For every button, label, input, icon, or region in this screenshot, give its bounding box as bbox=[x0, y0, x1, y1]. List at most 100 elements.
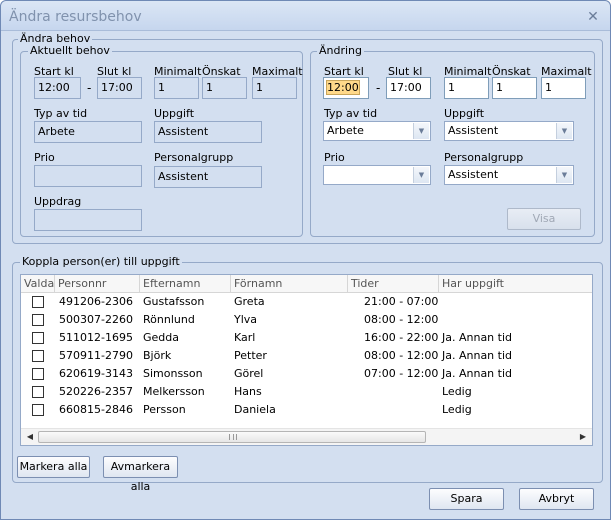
cell-time: 21:00 - 07:00 bbox=[364, 295, 439, 308]
scroll-left-icon[interactable]: ◀ bbox=[24, 431, 36, 443]
scrollbar-thumb[interactable] bbox=[38, 431, 426, 443]
change-start-value: 12:00 bbox=[326, 80, 360, 95]
change-legend: Ändring bbox=[317, 44, 365, 57]
cell-personnr: 500307-2260 bbox=[59, 313, 133, 326]
col-header-has-task[interactable]: Har uppgift bbox=[439, 275, 592, 293]
change-task-label: Uppgift bbox=[444, 107, 485, 120]
cell-last: Simonsson bbox=[143, 367, 203, 380]
table-row[interactable]: 520226-2357 Melkersson Hans Ledig bbox=[21, 383, 592, 401]
horizontal-scrollbar[interactable]: ◀ ▶ bbox=[21, 428, 592, 445]
dialog-window: Ändra resursbehov ✕ Ändra behov Aktuellt… bbox=[0, 0, 611, 520]
time-separator: - bbox=[87, 81, 92, 95]
mark-all-button[interactable]: Markera alla bbox=[17, 456, 90, 478]
table-row[interactable]: 660815-2846 Persson Daniela Ledig bbox=[21, 401, 592, 419]
change-min-input[interactable]: 1 bbox=[444, 77, 489, 99]
table-row[interactable]: 500307-2260 Rönnlund Ylva 08:00 - 12:00 bbox=[21, 311, 592, 329]
save-button[interactable]: Spara bbox=[429, 488, 504, 510]
cell-task: Ja. Annan tid bbox=[442, 331, 513, 344]
cell-personnr: 491206-2306 bbox=[59, 295, 133, 308]
chevron-down-icon[interactable]: ▼ bbox=[556, 167, 572, 183]
table-row[interactable]: 570911-2790 Björk Petter 08:00 - 12:00 Ja. A… bbox=[21, 347, 592, 365]
cell-task: Ja. Annan tid bbox=[442, 367, 513, 380]
change-type-select[interactable]: Arbete ▼ bbox=[323, 121, 431, 141]
change-wish-input[interactable]: 1 bbox=[492, 77, 537, 99]
change-end-input[interactable]: 17:00 bbox=[386, 77, 431, 99]
current-type-label: Typ av tid bbox=[34, 107, 88, 120]
change-type-label: Typ av tid bbox=[324, 107, 378, 120]
row-checkbox[interactable] bbox=[32, 314, 44, 326]
change-time-separator: - bbox=[376, 81, 381, 95]
current-type-field: Arbete bbox=[34, 121, 142, 143]
title-bar: Ändra resursbehov ✕ bbox=[1, 1, 610, 31]
cell-personnr: 660815-2846 bbox=[59, 403, 133, 416]
cell-time: 08:00 - 12:00 bbox=[364, 349, 439, 362]
col-header-times[interactable]: Tider bbox=[348, 275, 439, 293]
cell-first: Hans bbox=[234, 385, 262, 398]
change-max-input[interactable]: 1 bbox=[541, 77, 586, 99]
current-prio-label: Prio bbox=[34, 151, 55, 164]
cell-last: Melkersson bbox=[143, 385, 205, 398]
cell-first: Karl bbox=[234, 331, 256, 344]
current-max-field: 1 bbox=[252, 77, 297, 99]
current-need-legend: Aktuellt behov bbox=[28, 44, 112, 57]
row-checkbox[interactable] bbox=[32, 386, 44, 398]
current-min-field: 1 bbox=[154, 77, 199, 99]
change-start-input[interactable]: 12:00 bbox=[323, 77, 369, 99]
cell-last: Rönnlund bbox=[143, 313, 195, 326]
current-end-field: 17:00 bbox=[97, 77, 142, 99]
change-prio-select[interactable]: ▼ bbox=[323, 165, 431, 185]
row-checkbox[interactable] bbox=[32, 350, 44, 362]
table-row[interactable]: 620619-3143 Simonsson Görel 07:00 - 12:00 Ja… bbox=[21, 365, 592, 383]
chevron-down-icon[interactable]: ▼ bbox=[413, 123, 429, 139]
current-task-label: Uppgift bbox=[154, 107, 195, 120]
cell-personnr: 511012-1695 bbox=[59, 331, 133, 344]
current-wish-field: 1 bbox=[202, 77, 247, 99]
cell-time: 07:00 - 12:00 bbox=[364, 367, 439, 380]
current-staffgroup-field: Assistent bbox=[154, 166, 262, 188]
table-row[interactable]: 491206-2306 Gustafsson Greta 21:00 - 07:00 bbox=[21, 293, 592, 311]
current-staffgroup-label: Personalgrupp bbox=[154, 151, 234, 164]
cell-task: Ledig bbox=[442, 403, 472, 416]
row-checkbox[interactable] bbox=[32, 296, 44, 308]
cell-personnr: 620619-3143 bbox=[59, 367, 133, 380]
cell-first: Petter bbox=[234, 349, 267, 362]
current-prio-field bbox=[34, 165, 142, 187]
cell-first: Greta bbox=[234, 295, 265, 308]
cell-first: Ylva bbox=[234, 313, 258, 326]
cell-last: Gustafsson bbox=[143, 295, 205, 308]
col-header-selected[interactable]: Valda bbox=[21, 275, 55, 293]
change-task-select[interactable]: Assistent ▼ bbox=[444, 121, 574, 141]
change-type-value: Arbete bbox=[327, 124, 364, 137]
row-checkbox[interactable] bbox=[32, 404, 44, 416]
close-icon[interactable]: ✕ bbox=[586, 10, 600, 24]
cell-last: Persson bbox=[143, 403, 186, 416]
grid-header: Valda Personnr Efternamn Förnamn Tider H… bbox=[21, 275, 592, 293]
grip-icon bbox=[229, 434, 237, 440]
cell-task: Ja. Annan tid bbox=[442, 349, 513, 362]
table-row[interactable]: 511012-1695 Gedda Karl 16:00 - 22:00 Ja. Ann… bbox=[21, 329, 592, 347]
show-button[interactable]: Visa bbox=[507, 208, 581, 230]
row-checkbox[interactable] bbox=[32, 332, 44, 344]
cancel-button[interactable]: Avbryt bbox=[519, 488, 594, 510]
change-staffgroup-select[interactable]: Assistent ▼ bbox=[444, 165, 574, 185]
cell-time: 16:00 - 22:00 bbox=[364, 331, 439, 344]
col-header-firstname[interactable]: Förnamn bbox=[231, 275, 348, 293]
cell-first: Daniela bbox=[234, 403, 276, 416]
chevron-down-icon[interactable]: ▼ bbox=[556, 123, 572, 139]
cell-first: Görel bbox=[234, 367, 264, 380]
change-staffgroup-value: Assistent bbox=[448, 168, 499, 181]
current-start-field: 12:00 bbox=[34, 77, 81, 99]
cell-last: Björk bbox=[143, 349, 172, 362]
cell-task: Ledig bbox=[442, 385, 472, 398]
row-checkbox[interactable] bbox=[32, 368, 44, 380]
scroll-right-icon[interactable]: ▶ bbox=[577, 431, 589, 443]
chevron-down-icon[interactable]: ▼ bbox=[413, 167, 429, 183]
change-task-value: Assistent bbox=[448, 124, 499, 137]
cell-personnr: 570911-2790 bbox=[59, 349, 133, 362]
col-header-personnr[interactable]: Personnr bbox=[55, 275, 140, 293]
col-header-lastname[interactable]: Efternamn bbox=[140, 275, 231, 293]
current-task-field: Assistent bbox=[154, 121, 262, 143]
persons-grid: Valda Personnr Efternamn Förnamn Tider H… bbox=[20, 274, 593, 446]
unmark-all-button[interactable]: Avmarkera alla bbox=[103, 456, 178, 493]
change-prio-label: Prio bbox=[324, 151, 345, 164]
